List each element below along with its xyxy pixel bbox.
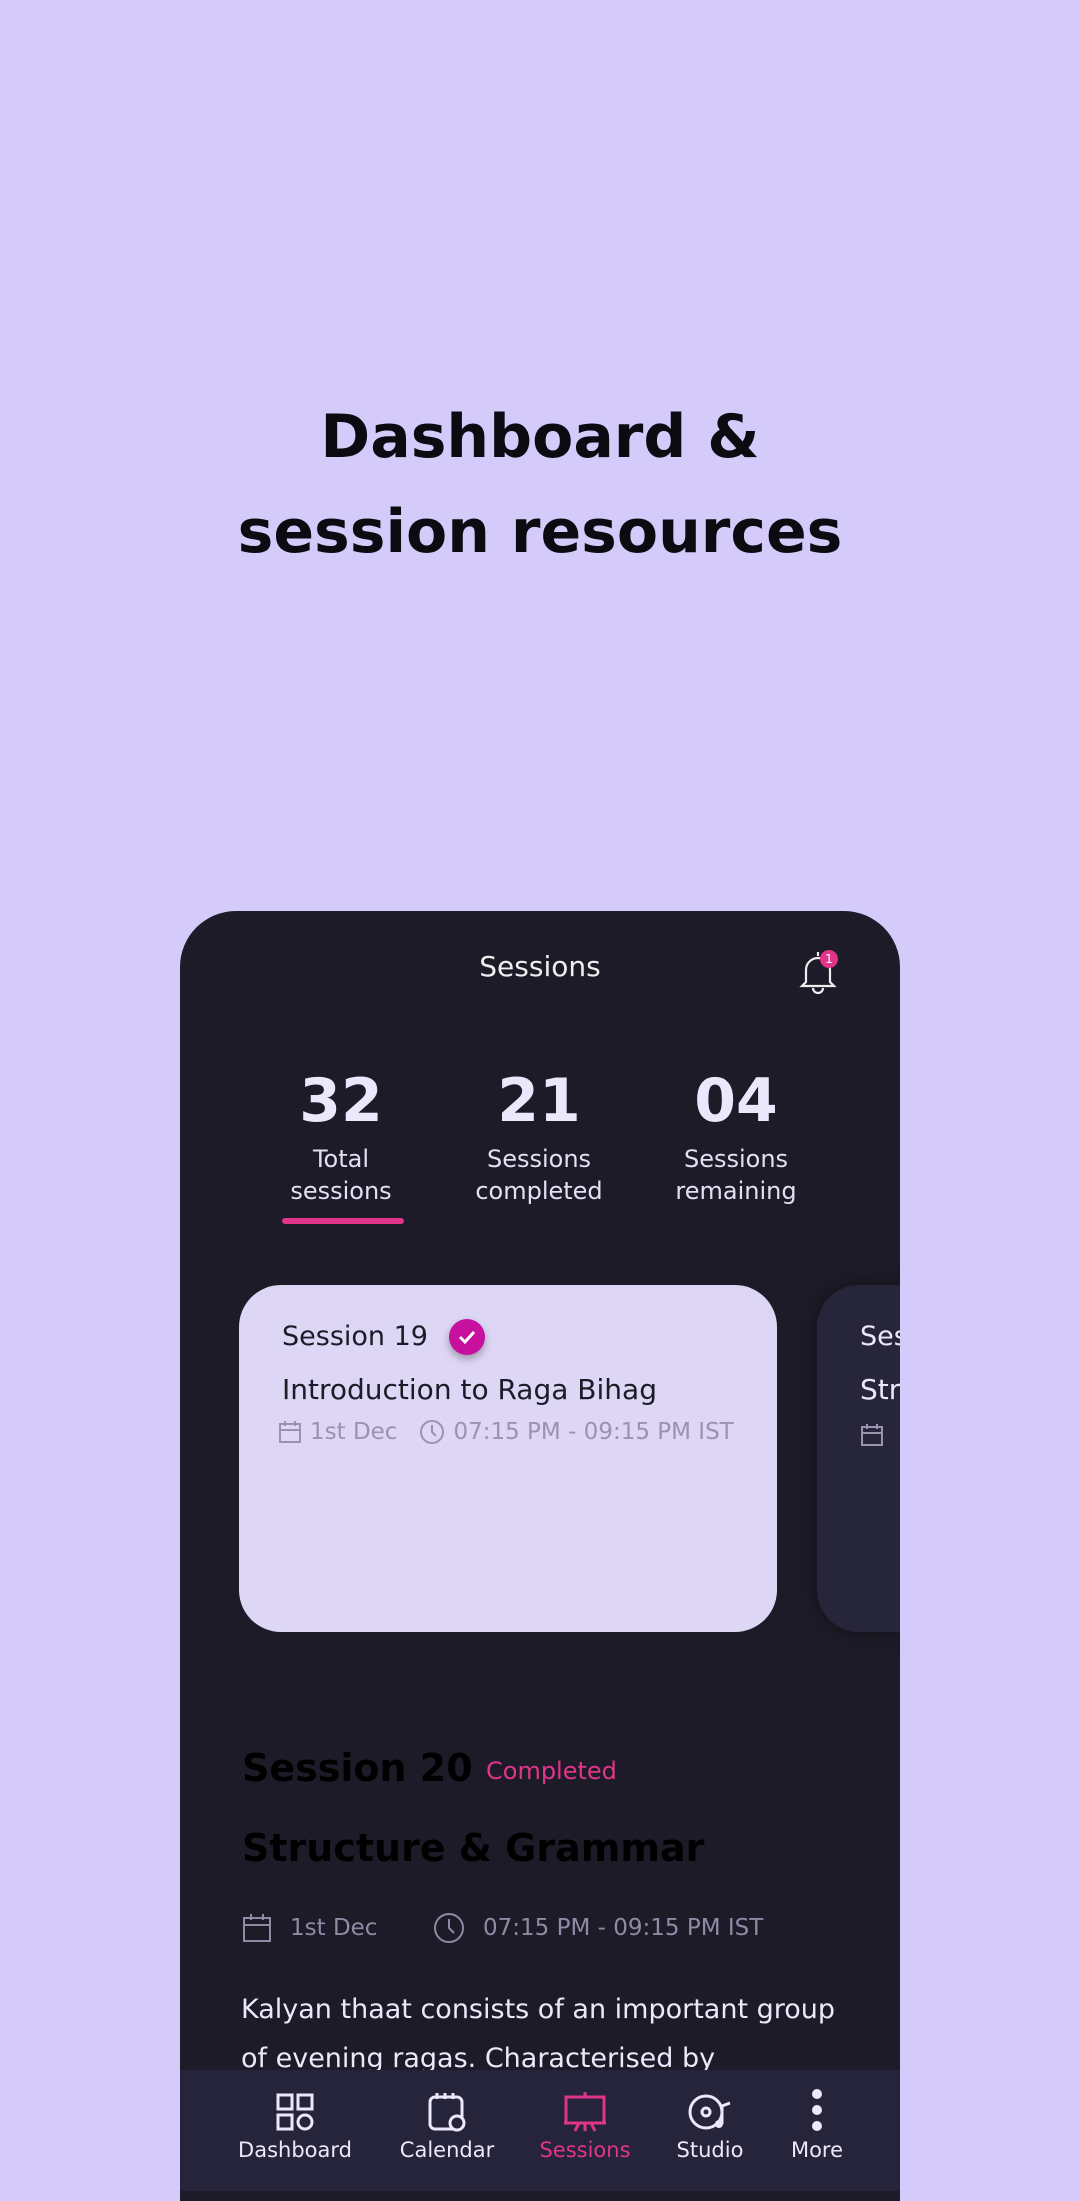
hero-line-1: Dashboard & <box>320 402 760 472</box>
easel-icon <box>564 2092 606 2132</box>
session-card[interactable]: Session 19 Introduction to Raga Bihag 1s… <box>239 1285 777 1632</box>
detail-date: 1st Dec <box>290 1915 378 1941</box>
stat-total[interactable]: 32 Total sessions <box>241 1065 441 1207</box>
clock-icon <box>434 1913 464 1943</box>
detail-meta: 1st Dec 07:15 PM - 09:15 PM IST <box>242 1912 763 1944</box>
stat-label: Sessions completed <box>475 1145 603 1205</box>
clock-icon <box>420 1420 445 1444</box>
detail-title: Structure & Grammar <box>242 1826 705 1870</box>
card-title: Str <box>860 1373 901 1406</box>
card-meta: 1st Dec 07:15 PM - 09:15 PM IST <box>278 1419 734 1445</box>
calendar-clock-icon <box>428 2093 466 2132</box>
hero-title: Dashboard & session resources <box>0 390 1080 580</box>
stat-completed[interactable]: 21 Sessions completed <box>439 1065 639 1207</box>
detail-description: Kalyan thaat consists of an important gr… <box>241 1994 836 2074</box>
calendar-icon <box>861 1424 883 1446</box>
nav-calendar[interactable]: Calendar <box>377 2092 517 2162</box>
stat-label: Total sessions <box>290 1145 392 1205</box>
nav-sessions[interactable]: Sessions <box>515 2092 655 2162</box>
card-title: Introduction to Raga Bihag <box>282 1373 657 1406</box>
hero-line-2: session resources <box>237 497 843 567</box>
detail-time: 07:15 PM - 09:15 PM IST <box>483 1915 764 1941</box>
stat-value: 04 <box>694 1066 778 1136</box>
nav-more[interactable]: More <box>747 2088 887 2162</box>
stat-remaining[interactable]: 04 Sessions remaining <box>636 1065 836 1207</box>
stat-label: Sessions remaining <box>675 1145 797 1205</box>
detail-session-number: Session 20 <box>242 1746 473 1790</box>
stat-value: 32 <box>299 1066 383 1136</box>
calendar-icon <box>243 1914 271 1942</box>
notification-button[interactable]: 1 <box>798 948 838 998</box>
active-tab-indicator <box>282 1218 404 1224</box>
nav-dashboard[interactable]: Dashboard <box>225 2092 365 2162</box>
more-vertical-icon <box>812 2089 822 2131</box>
card-time: 07:15 PM - 09:15 PM IST <box>453 1419 734 1445</box>
card-session-number: Session 19 <box>282 1321 428 1352</box>
notification-badge: 1 <box>820 950 838 968</box>
stat-value: 21 <box>497 1066 581 1136</box>
calendar-icon <box>279 1421 301 1443</box>
card-date: 1st Dec <box>310 1419 398 1445</box>
check-icon <box>449 1319 485 1355</box>
disc-music-icon <box>688 2094 731 2130</box>
grid-icon <box>276 2093 314 2131</box>
status-badge: Completed <box>486 1757 617 1785</box>
